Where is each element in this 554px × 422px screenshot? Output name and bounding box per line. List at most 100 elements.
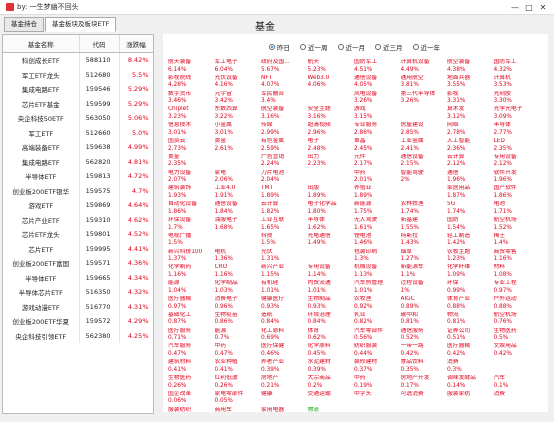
sector-cell[interactable]: 环保 0.99%: [447, 280, 494, 296]
period-option[interactable]: 近三月: [375, 42, 403, 52]
sector-cell[interactable]: 有色金属 2.59%: [261, 138, 308, 154]
period-option[interactable]: 近一年: [412, 42, 440, 52]
sector-cell[interactable]: LED 2.35%: [494, 138, 541, 154]
sector-cell[interactable]: 小金属 3.01%: [215, 122, 262, 138]
sector-cell[interactable]: 养殖业 1.89%: [354, 185, 401, 201]
sector-cell[interactable]: 建筑装饰 1.93%: [168, 185, 215, 201]
sector-cell[interactable]: 农业种植 0.41%: [215, 359, 262, 375]
sector-cell[interactable]: 游戏 3.15%: [354, 106, 401, 122]
sector-cell[interactable]: 电机 1.36%: [215, 249, 262, 265]
sector-cell[interactable]: 光伏 1.31%: [261, 249, 308, 265]
sector-cell[interactable]: 农林牧渔 1.74%: [401, 201, 448, 217]
sector-cell[interactable]: 航空装备 4.38%: [447, 59, 494, 75]
period-option[interactable]: 近一月: [337, 42, 365, 52]
sector-cell[interactable]: 计算机设备 4.49%: [401, 59, 448, 75]
radio-icon[interactable]: [375, 44, 381, 50]
table-row[interactable]: 创业板200ETF华夏 159572 4.29%: [3, 314, 153, 329]
sector-cell[interactable]: 汽车热管理 1.01%: [354, 280, 401, 296]
sector-cell[interactable]: 调味发酵品 0.14%: [447, 375, 494, 391]
table-row[interactable]: 半导体芯片ETF 516350 4.32%: [3, 285, 153, 300]
sector-cell[interactable]: 新基建 1.55%: [401, 217, 448, 233]
sector-cell[interactable]: 地面兵器 3.55%: [447, 75, 494, 91]
sector-cell[interactable]: 化工原料 0.69%: [261, 328, 308, 344]
sector-cell[interactable]: 化学制品 1.03%: [215, 280, 262, 296]
sector-cell[interactable]: 新能源 1.75%: [354, 201, 401, 217]
sector-cell[interactable]: 新兴产业 1.15%: [261, 264, 308, 280]
sector-cell[interactable]: 科技 1.5%: [261, 233, 308, 249]
sector-cell[interactable]: 半导体 2.77%: [494, 122, 541, 138]
sector-cell[interactable]: 家电 2.06%: [215, 170, 262, 186]
sector-cell[interactable]: 医疗服务 0.71%: [168, 328, 215, 344]
sector-cell[interactable]: 稀土 1.4%: [494, 233, 541, 249]
table-row[interactable]: 科创成长ETF 588110 8.42%: [3, 52, 153, 68]
sector-cell[interactable]: 消费电子 0.96%: [215, 296, 262, 312]
sector-cell[interactable]: 建筑材料 0.41%: [168, 359, 215, 375]
sector-cell[interactable]: 电视广播 1.5%: [168, 233, 215, 249]
sector-cell[interactable]: 光伏设备 4.16%: [215, 75, 262, 91]
sector-cell[interactable]: 计算机 3.53%: [494, 75, 541, 91]
sector-cell[interactable]: 医疗保健 0.46%: [261, 343, 308, 359]
sector-cell[interactable]: 黄金 2.61%: [215, 138, 262, 154]
sector-cell[interactable]: 基础化工 0.87%: [168, 312, 215, 328]
radio-icon[interactable]: [300, 44, 306, 50]
sector-cell[interactable]: 农牧主题 1.23%: [447, 249, 494, 265]
sector-cell[interactable]: 电子 2.48%: [308, 138, 355, 154]
table-row[interactable]: 集成电路ETF 562820 4.81%: [3, 154, 153, 169]
sector-cell[interactable]: AIGC 0.89%: [401, 296, 448, 312]
sector-cell[interactable]: 医疗器械 0.97%: [168, 296, 215, 312]
sector-cell[interactable]: 医疗器械 0.42%: [447, 343, 494, 359]
sector-cell[interactable]: 自动化设备 1.86%: [168, 201, 215, 217]
table-row[interactable]: 芯片ETF 159995 4.41%: [3, 241, 153, 256]
sector-cell[interactable]: 消费 0.3%: [447, 359, 494, 375]
sector-cell[interactable]: 航空机场 0.76%: [494, 312, 541, 328]
radio-icon[interactable]: [269, 44, 275, 50]
sector-cell[interactable]: 通信服务 0.52%: [401, 328, 448, 344]
sector-cell[interactable]: 材料 1.08%: [494, 264, 541, 280]
sector-cell[interactable]: 包装印刷 1.3%: [354, 249, 401, 265]
sector-cell[interactable]: 可选消费: [401, 391, 448, 407]
sector-cell[interactable]: 碳中和 0.81%: [401, 312, 448, 328]
header-change[interactable]: 涨跌幅: [119, 35, 153, 53]
sector-cell[interactable]: 电力设备 2.07%: [168, 170, 215, 186]
sector-cell[interactable]: 专用设备 2.12%: [494, 154, 541, 170]
sector-cell[interactable]: 光电通信 1.49%: [308, 233, 355, 249]
sector-cell[interactable]: 新能源车 1.1%: [401, 264, 448, 280]
sector-cell[interactable]: 特斯拉 1.43%: [401, 233, 448, 249]
sector-cell[interactable]: 机械设备 1.13%: [354, 264, 401, 280]
sector-cell[interactable]: 服装家纺: [447, 391, 494, 407]
table-row[interactable]: 芯片ETF龙头 159801 4.52%: [3, 227, 153, 242]
sector-cell[interactable]: 出力 2.23%: [308, 154, 355, 170]
sector-cell[interactable]: 家居用品 1.87%: [447, 185, 494, 201]
sector-cell[interactable]: 专用设备 1.14%: [308, 264, 355, 280]
sector-cell[interactable]: 锂电池 1.46%: [354, 233, 401, 249]
sector-cell[interactable]: 光刻胶 3.30%: [494, 91, 541, 107]
sector-cell[interactable]: 房地产 0.21%: [261, 375, 308, 391]
sector-cell[interactable]: 安全主题 3.16%: [308, 106, 355, 122]
sector-cell[interactable]: 无人驾驶 1.61%: [354, 217, 401, 233]
sector-cell[interactable]: 环境治理 0.84%: [308, 312, 355, 328]
sector-cell[interactable]: 大宗商品 0.2%: [308, 375, 355, 391]
header-code[interactable]: 代码: [79, 35, 120, 53]
sector-cell[interactable]: 国产软件 1.86%: [494, 185, 541, 201]
table-row[interactable]: 军工ETF 512660 5.0%: [3, 125, 153, 140]
sector-cell[interactable]: 中药 2.01%: [354, 170, 401, 186]
close-icon[interactable]: ✕: [536, 1, 550, 13]
sector-cell[interactable]: 汽车零部件 0.56%: [354, 328, 401, 344]
sector-cell[interactable]: 工业互联 1.65%: [261, 217, 308, 233]
sector-cell[interactable]: 化学制药 1.16%: [168, 264, 215, 280]
sector-cell[interactable]: 航空机场 1.52%: [494, 217, 541, 233]
header-fund-name[interactable]: 基金名称: [3, 35, 80, 53]
sector-cell[interactable]: 商贸零售 1.16%: [494, 249, 541, 265]
minimize-icon[interactable]: —: [508, 1, 522, 13]
sector-cell[interactable]: 通用航空 3.81%: [401, 75, 448, 91]
sector-cell[interactable]: 户外运动 0.88%: [494, 296, 541, 312]
sector-cell[interactable]: 生物疫苗 0.86%: [215, 312, 262, 328]
sector-cell[interactable]: 物流: [308, 407, 355, 422]
radio-icon[interactable]: [412, 44, 419, 50]
sector-cell[interactable]: 航天装备 6.14%: [168, 59, 215, 75]
sector-cell[interactable]: 通信设备 2.15%: [401, 154, 448, 170]
sector-cell[interactable]: 水泥建材 0.39%: [308, 359, 355, 375]
sector-cell[interactable]: 能源 1.04%: [168, 280, 215, 296]
sector-cell[interactable]: 装修建材 0.37%: [354, 359, 401, 375]
sector-cell[interactable]: 传媒 2.99%: [261, 122, 308, 138]
